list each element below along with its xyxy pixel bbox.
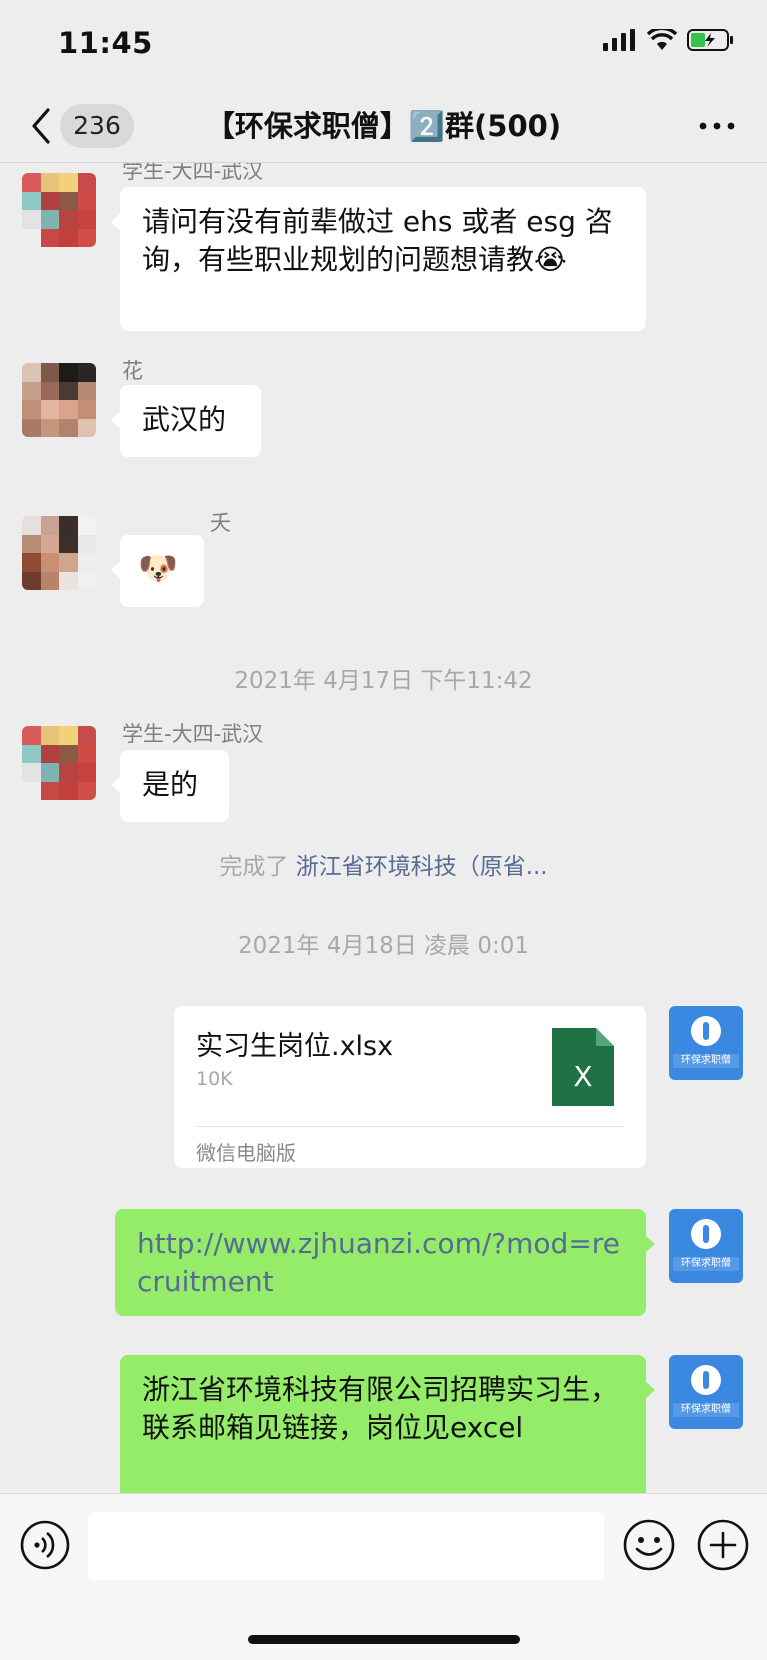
add-icon[interactable]	[696, 1518, 750, 1572]
sender-name: 夭	[210, 511, 231, 535]
sender-name: 花	[122, 359, 143, 383]
file-source: 微信电脑版	[196, 1126, 624, 1166]
system-notice: 完成了 浙江省环境科技（原省...	[0, 847, 767, 881]
tie-logo-icon	[691, 1016, 721, 1046]
message-bubble[interactable]: 武汉的	[111, 385, 261, 457]
message-bubble[interactable]: 🐶	[111, 535, 204, 607]
system-notice-link[interactable]: 浙江省环境科技（原省...	[296, 854, 548, 880]
avatar[interactable]	[22, 516, 96, 590]
avatar-brand-text: 环保求职僧	[673, 1257, 739, 1271]
avatar[interactable]	[22, 173, 96, 247]
tie-logo-icon	[691, 1365, 721, 1395]
home-indicator	[248, 1635, 520, 1644]
message-timestamp: 2021年 4月17日 下午11:42	[234, 668, 533, 694]
input-bar	[0, 1493, 767, 1660]
message-bubble[interactable]: 是的	[111, 750, 229, 822]
self-avatar[interactable]: 环保求职僧	[669, 1209, 743, 1283]
message-bubble[interactable]: 请问有没有前辈做过 ehs 或者 esg 咨询，有些职业规划的问题想请教😭	[111, 187, 646, 331]
self-avatar[interactable]: 环保求职僧	[669, 1355, 743, 1429]
avatar[interactable]	[22, 726, 96, 800]
wifi-icon	[647, 29, 677, 50]
file-name: 实习生岗位.xlsx	[196, 1031, 394, 1062]
sender-name: 学生-大四-武汉	[122, 163, 264, 183]
sender-name: 学生-大四-武汉	[122, 722, 264, 746]
signal-icon	[603, 29, 635, 51]
avatar-brand-text: 环保求职僧	[673, 1403, 739, 1417]
status-icons	[603, 28, 735, 52]
chat-header: 236 【环保求职僧】2️⃣群(500)	[0, 90, 767, 163]
avatar-brand-text: 环保求职僧	[673, 1054, 739, 1068]
message-input[interactable]	[88, 1512, 604, 1580]
avatar[interactable]	[22, 363, 96, 437]
emoji-icon[interactable]	[622, 1518, 676, 1572]
excel-icon-letter: X	[573, 1060, 592, 1093]
status-time: 11:45	[58, 26, 153, 60]
voice-icon[interactable]	[20, 1520, 70, 1570]
tie-logo-icon	[691, 1219, 721, 1249]
chat-title: 【环保求职僧】2️⃣群(500)	[205, 109, 562, 143]
message-timestamp: 2021年 4月18日 凌晨 0:01	[237, 933, 529, 959]
battery-icon	[687, 29, 733, 51]
more-options-icon[interactable]	[697, 112, 737, 140]
status-bar: 11:45	[0, 0, 767, 90]
excel-icon: X	[552, 1028, 614, 1106]
file-size: 10K	[196, 1068, 233, 1090]
system-notice-text: 完成了	[219, 854, 296, 880]
self-avatar[interactable]: 环保求职僧	[669, 1006, 743, 1080]
message-list[interactable]: 学生-大四-武汉 请问有没有前辈做过 ehs 或者 esg 咨询，有些职业规划的…	[0, 163, 767, 1493]
link-message-bubble[interactable]: http://www.zjhuanzi.com/?mod=recruitment	[115, 1209, 655, 1316]
file-message-card[interactable]: 实习生岗位.xlsx 10K X 微信电脑版	[174, 1006, 646, 1168]
message-bubble[interactable]: 浙江省环境科技有限公司招聘实习生，联系邮箱见链接，岗位见excel	[120, 1355, 655, 1493]
